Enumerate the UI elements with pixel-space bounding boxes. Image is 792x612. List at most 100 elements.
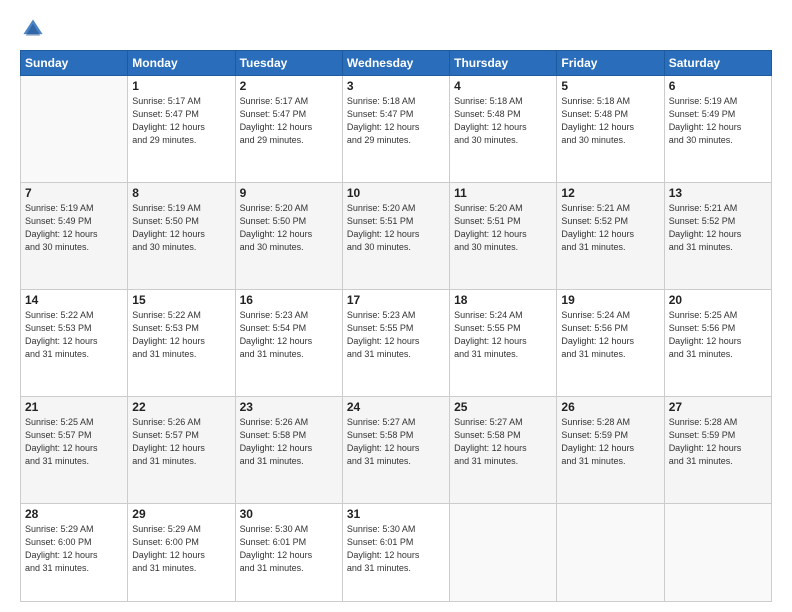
calendar-cell: 11 Sunrise: 5:20 AM Sunset: 5:51 PM Dayli… — [450, 182, 557, 289]
day-info: Sunrise: 5:29 AM Sunset: 6:00 PM Dayligh… — [132, 523, 230, 575]
calendar-cell: 14Sunrise: 5:22 AM Sunset: 5:53 PM Dayli… — [21, 289, 128, 396]
weekday-header: Tuesday — [235, 51, 342, 76]
day-number: 3 — [347, 79, 445, 93]
calendar-cell: 30 Sunrise: 5:30 AM Sunset: 6:01 PM Dayli… — [235, 503, 342, 601]
calendar-cell: 7 Sunrise: 5:19 AM Sunset: 5:49 PM Daylig… — [21, 182, 128, 289]
calendar-cell: 16 Sunrise: 5:23 AM Sunset: 5:54 PM Dayli… — [235, 289, 342, 396]
day-info: Sunrise: 5:28 AM Sunset: 5:59 PM Dayligh… — [669, 416, 767, 468]
day-info: Sunrise: 5:27 AM Sunset: 5:58 PM Dayligh… — [454, 416, 552, 468]
calendar-cell: 8 Sunrise: 5:19 AM Sunset: 5:50 PM Daylig… — [128, 182, 235, 289]
day-info: Sunrise: 5:22 AM Sunset: 5:53 PM Dayligh… — [25, 309, 123, 361]
calendar-cell: 28 Sunrise: 5:29 AM Sunset: 6:00 PM Dayli… — [21, 503, 128, 601]
day-info: Sunrise: 5:17 AM Sunset: 5:47 PM Dayligh… — [132, 95, 230, 147]
header — [20, 18, 772, 40]
calendar-cell: 17 Sunrise: 5:23 AM Sunset: 5:55 PM Dayli… — [342, 289, 449, 396]
day-info: Sunrise: 5:25 AM Sunset: 5:57 PM Dayligh… — [25, 416, 123, 468]
calendar-cell: 23 Sunrise: 5:26 AM Sunset: 5:58 PM Dayli… — [235, 396, 342, 503]
day-number: 23 — [240, 400, 338, 414]
calendar-cell: 1 Sunrise: 5:17 AM Sunset: 5:47 PM Daylig… — [128, 76, 235, 183]
weekday-header: Saturday — [664, 51, 771, 76]
day-info: Sunrise: 5:29 AM Sunset: 6:00 PM Dayligh… — [25, 523, 123, 575]
day-info: Sunrise: 5:25 AM Sunset: 5:56 PM Dayligh… — [669, 309, 767, 361]
calendar-cell: 21 Sunrise: 5:25 AM Sunset: 5:57 PM Dayli… — [21, 396, 128, 503]
calendar-cell — [21, 76, 128, 183]
day-info: Sunrise: 5:19 AM Sunset: 5:49 PM Dayligh… — [669, 95, 767, 147]
calendar-cell: 4 Sunrise: 5:18 AM Sunset: 5:48 PM Daylig… — [450, 76, 557, 183]
calendar-cell: 5Sunrise: 5:18 AM Sunset: 5:48 PM Daylig… — [557, 76, 664, 183]
day-number: 24 — [347, 400, 445, 414]
day-number: 1 — [132, 79, 230, 93]
weekday-header: Thursday — [450, 51, 557, 76]
day-info: Sunrise: 5:28 AM Sunset: 5:59 PM Dayligh… — [561, 416, 659, 468]
day-number: 20 — [669, 293, 767, 307]
calendar-cell: 29 Sunrise: 5:29 AM Sunset: 6:00 PM Dayli… — [128, 503, 235, 601]
calendar-table: SundayMondayTuesdayWednesdayThursdayFrid… — [20, 50, 772, 602]
day-number: 17 — [347, 293, 445, 307]
day-number: 25 — [454, 400, 552, 414]
day-number: 5 — [561, 79, 659, 93]
day-number: 28 — [25, 507, 123, 521]
day-number: 6 — [669, 79, 767, 93]
day-info: Sunrise: 5:24 AM Sunset: 5:55 PM Dayligh… — [454, 309, 552, 361]
calendar-cell: 20 Sunrise: 5:25 AM Sunset: 5:56 PM Dayli… — [664, 289, 771, 396]
day-info: Sunrise: 5:19 AM Sunset: 5:49 PM Dayligh… — [25, 202, 123, 254]
day-info: Sunrise: 5:30 AM Sunset: 6:01 PM Dayligh… — [347, 523, 445, 575]
calendar-cell: 18 Sunrise: 5:24 AM Sunset: 5:55 PM Dayli… — [450, 289, 557, 396]
calendar-cell: 13 Sunrise: 5:21 AM Sunset: 5:52 PM Dayli… — [664, 182, 771, 289]
day-info: Sunrise: 5:23 AM Sunset: 5:54 PM Dayligh… — [240, 309, 338, 361]
day-number: 21 — [25, 400, 123, 414]
day-info: Sunrise: 5:23 AM Sunset: 5:55 PM Dayligh… — [347, 309, 445, 361]
day-info: Sunrise: 5:18 AM Sunset: 5:47 PM Dayligh… — [347, 95, 445, 147]
day-number: 2 — [240, 79, 338, 93]
day-info: Sunrise: 5:17 AM Sunset: 5:47 PM Dayligh… — [240, 95, 338, 147]
day-number: 31 — [347, 507, 445, 521]
calendar-cell: 22 Sunrise: 5:26 AM Sunset: 5:57 PM Dayli… — [128, 396, 235, 503]
logo-icon — [22, 18, 44, 40]
calendar-cell: 6 Sunrise: 5:19 AM Sunset: 5:49 PM Daylig… — [664, 76, 771, 183]
weekday-header: Monday — [128, 51, 235, 76]
day-number: 16 — [240, 293, 338, 307]
day-number: 26 — [561, 400, 659, 414]
calendar-cell: 26 Sunrise: 5:28 AM Sunset: 5:59 PM Dayli… — [557, 396, 664, 503]
calendar-cell: 12 Sunrise: 5:21 AM Sunset: 5:52 PM Dayli… — [557, 182, 664, 289]
day-number: 11 — [454, 186, 552, 200]
day-info: Sunrise: 5:20 AM Sunset: 5:51 PM Dayligh… — [347, 202, 445, 254]
calendar-cell: 19Sunrise: 5:24 AM Sunset: 5:56 PM Dayli… — [557, 289, 664, 396]
day-number: 18 — [454, 293, 552, 307]
weekday-header: Sunday — [21, 51, 128, 76]
day-number: 7 — [25, 186, 123, 200]
day-number: 15 — [132, 293, 230, 307]
calendar-cell: 15 Sunrise: 5:22 AM Sunset: 5:53 PM Dayli… — [128, 289, 235, 396]
calendar-cell: 3 Sunrise: 5:18 AM Sunset: 5:47 PM Daylig… — [342, 76, 449, 183]
day-number: 9 — [240, 186, 338, 200]
calendar-cell: 9 Sunrise: 5:20 AM Sunset: 5:50 PM Daylig… — [235, 182, 342, 289]
day-info: Sunrise: 5:26 AM Sunset: 5:57 PM Dayligh… — [132, 416, 230, 468]
day-info: Sunrise: 5:22 AM Sunset: 5:53 PM Dayligh… — [132, 309, 230, 361]
day-number: 22 — [132, 400, 230, 414]
day-info: Sunrise: 5:21 AM Sunset: 5:52 PM Dayligh… — [669, 202, 767, 254]
day-info: Sunrise: 5:26 AM Sunset: 5:58 PM Dayligh… — [240, 416, 338, 468]
day-info: Sunrise: 5:18 AM Sunset: 5:48 PM Dayligh… — [454, 95, 552, 147]
calendar-cell — [450, 503, 557, 601]
day-number: 12 — [561, 186, 659, 200]
day-info: Sunrise: 5:24 AM Sunset: 5:56 PM Dayligh… — [561, 309, 659, 361]
day-number: 10 — [347, 186, 445, 200]
logo — [20, 18, 48, 40]
calendar-cell — [664, 503, 771, 601]
day-info: Sunrise: 5:30 AM Sunset: 6:01 PM Dayligh… — [240, 523, 338, 575]
calendar-cell: 27 Sunrise: 5:28 AM Sunset: 5:59 PM Dayli… — [664, 396, 771, 503]
day-number: 29 — [132, 507, 230, 521]
calendar-cell: 10 Sunrise: 5:20 AM Sunset: 5:51 PM Dayli… — [342, 182, 449, 289]
day-number: 27 — [669, 400, 767, 414]
day-info: Sunrise: 5:19 AM Sunset: 5:50 PM Dayligh… — [132, 202, 230, 254]
weekday-header: Wednesday — [342, 51, 449, 76]
day-number: 8 — [132, 186, 230, 200]
calendar-cell: 2 Sunrise: 5:17 AM Sunset: 5:47 PM Daylig… — [235, 76, 342, 183]
day-info: Sunrise: 5:20 AM Sunset: 5:50 PM Dayligh… — [240, 202, 338, 254]
day-info: Sunrise: 5:21 AM Sunset: 5:52 PM Dayligh… — [561, 202, 659, 254]
page: SundayMondayTuesdayWednesdayThursdayFrid… — [0, 0, 792, 612]
day-number: 4 — [454, 79, 552, 93]
day-number: 30 — [240, 507, 338, 521]
day-info: Sunrise: 5:20 AM Sunset: 5:51 PM Dayligh… — [454, 202, 552, 254]
day-number: 13 — [669, 186, 767, 200]
